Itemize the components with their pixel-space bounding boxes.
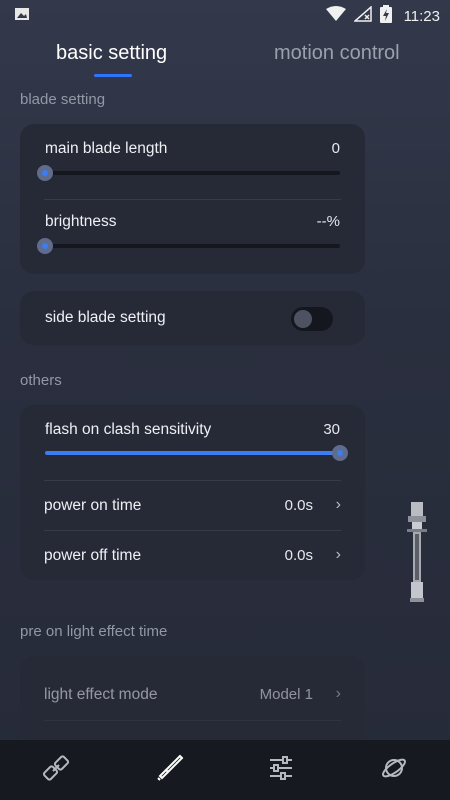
- divider: [44, 199, 341, 200]
- battery-icon: [379, 5, 392, 27]
- blade-setting-card: main blade length 0 brightness --%: [20, 124, 365, 274]
- light-effect-mode-label: light effect mode: [44, 686, 158, 703]
- no-signal-icon: [352, 5, 372, 26]
- saber-icon: [154, 753, 184, 788]
- nav-planet[interactable]: [338, 740, 450, 800]
- brightness-label: brightness: [45, 213, 117, 230]
- slider-thumb[interactable]: [37, 238, 53, 254]
- power-on-row[interactable]: power on time 0.0s ›: [20, 481, 365, 529]
- nav-sliders[interactable]: [225, 740, 338, 800]
- tab-bar: basic setting motion control: [0, 42, 450, 82]
- clash-sensitivity-slider[interactable]: [45, 445, 348, 461]
- power-off-label: power off time: [44, 547, 142, 564]
- brightness-slider[interactable]: [37, 238, 340, 254]
- chevron-right-icon: ›: [335, 685, 341, 702]
- power-on-value: 0.0s: [284, 497, 313, 514]
- slider-fill: [45, 451, 340, 455]
- clash-sensitivity-label: flash on clash sensitivity: [45, 421, 212, 438]
- side-blade-card: side blade setting: [20, 291, 365, 345]
- status-time: 11:23: [403, 7, 440, 25]
- status-bar: 11:23: [0, 0, 450, 32]
- slider-thumb[interactable]: [37, 165, 53, 181]
- section-label-pre-on: pre on light effect time: [20, 623, 168, 640]
- power-on-label: power on time: [44, 497, 142, 514]
- bottom-nav: [0, 740, 450, 800]
- active-tab-indicator: [94, 74, 132, 77]
- tab-basic-setting[interactable]: basic setting: [56, 42, 167, 65]
- slider-thumb[interactable]: [332, 445, 348, 461]
- divider: [44, 720, 341, 721]
- sliders-icon: [267, 754, 295, 787]
- nav-saber[interactable]: [113, 740, 226, 800]
- wifi-icon: [325, 6, 346, 26]
- chevron-right-icon: ›: [335, 496, 341, 513]
- side-blade-label: side blade setting: [45, 309, 166, 326]
- section-label-others: others: [20, 372, 62, 389]
- brightness-value: --%: [316, 213, 340, 230]
- link-icon: [42, 754, 70, 787]
- main-blade-length-label: main blade length: [45, 140, 168, 157]
- nav-link[interactable]: [0, 740, 113, 800]
- clash-sensitivity-value: 30: [323, 421, 340, 438]
- tab-motion-control[interactable]: motion control: [274, 42, 400, 65]
- saber-hilt-image: [407, 502, 427, 602]
- light-effect-mode-value: Model 1: [259, 686, 313, 703]
- main-blade-length-slider[interactable]: [37, 165, 340, 181]
- image-notification-icon: [14, 6, 30, 26]
- chevron-right-icon: ›: [335, 546, 341, 563]
- pre-on-card: light effect mode Model 1 ›: [20, 656, 365, 740]
- section-label-blade-setting: blade setting: [20, 91, 106, 108]
- toggle-knob: [294, 310, 312, 328]
- main-blade-length-value: 0: [331, 140, 340, 157]
- planet-icon: [380, 754, 408, 787]
- power-off-value: 0.0s: [284, 547, 313, 564]
- light-effect-mode-row[interactable]: light effect mode Model 1 ›: [20, 670, 365, 720]
- side-blade-toggle[interactable]: [291, 307, 333, 331]
- others-card: flash on clash sensitivity 30 power on t…: [20, 405, 365, 580]
- power-off-row[interactable]: power off time 0.0s ›: [20, 531, 365, 579]
